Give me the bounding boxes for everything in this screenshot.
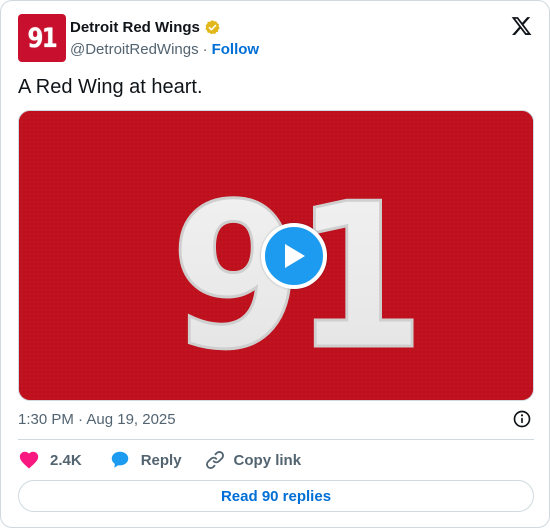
copy-link-label: Copy link bbox=[233, 451, 302, 469]
reply-button[interactable]: Reply bbox=[109, 449, 204, 471]
timestamp-row: 1:30 PM · Aug 19, 2025 bbox=[18, 409, 534, 429]
avatar[interactable]: 91 bbox=[18, 14, 66, 62]
action-bar: 2.4K Reply Copy link bbox=[18, 448, 301, 472]
tweet-timestamp[interactable]: 1:30 PM · Aug 19, 2025 bbox=[18, 411, 176, 428]
info-icon[interactable] bbox=[512, 409, 532, 429]
verified-badge-icon bbox=[205, 19, 220, 34]
read-replies-button[interactable]: Read 90 replies bbox=[18, 480, 534, 512]
like-button[interactable]: 2.4K bbox=[18, 449, 109, 471]
play-icon bbox=[285, 244, 305, 268]
video-media[interactable]: 91 bbox=[18, 110, 534, 401]
separator-dot: · bbox=[202, 40, 208, 58]
tweet-text: A Red Wing at heart. bbox=[18, 76, 203, 98]
play-button[interactable] bbox=[261, 223, 327, 289]
embedded-tweet-card: 91 Detroit Red Wings @DetroitRedWings · … bbox=[0, 0, 550, 528]
author-handle-row: @DetroitRedWings · Follow bbox=[70, 39, 259, 59]
heart-icon bbox=[19, 451, 39, 469]
reply-label: Reply bbox=[140, 451, 182, 469]
follow-button[interactable]: Follow bbox=[212, 41, 260, 58]
author-display-name[interactable]: Detroit Red Wings bbox=[70, 19, 200, 36]
author-name-row: Detroit Red Wings bbox=[70, 17, 221, 37]
avatar-text: 91 bbox=[27, 22, 58, 54]
x-logo-icon[interactable] bbox=[510, 15, 533, 37]
link-icon bbox=[205, 451, 224, 469]
copy-link-button[interactable]: Copy link bbox=[204, 449, 302, 471]
divider bbox=[18, 439, 534, 440]
like-count: 2.4K bbox=[50, 451, 82, 469]
reply-bubble-icon bbox=[111, 451, 128, 468]
author-handle[interactable]: @DetroitRedWings bbox=[70, 41, 199, 58]
